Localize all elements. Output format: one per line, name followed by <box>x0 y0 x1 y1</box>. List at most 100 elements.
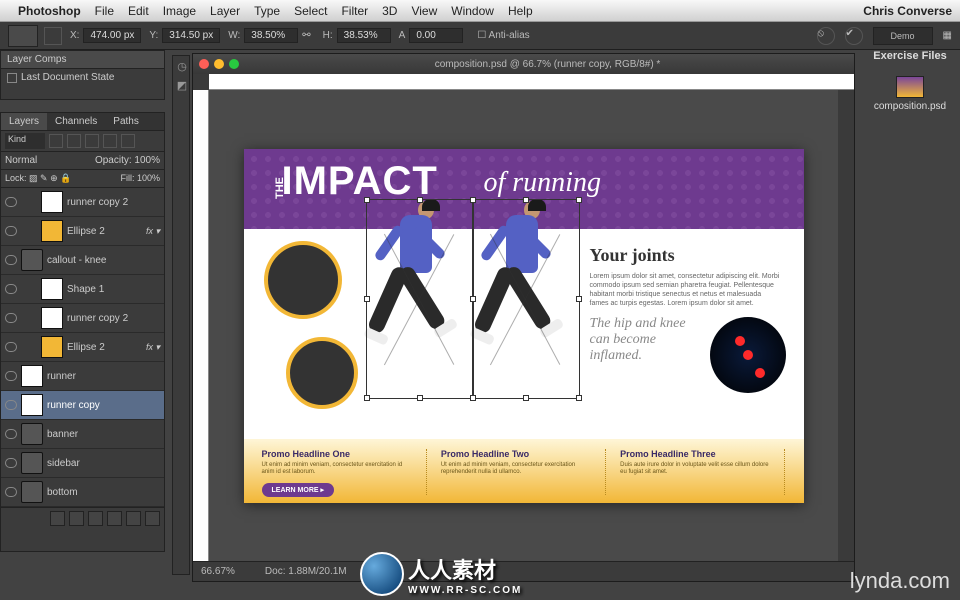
visibility-icon[interactable] <box>5 197 17 207</box>
desktop-files: Exercise Files composition.psd <box>860 50 960 112</box>
new-layer-icon[interactable] <box>126 511 141 526</box>
menu-app[interactable]: Photoshop <box>18 4 81 18</box>
antialias-checkbox[interactable]: ☐ Anti-alias <box>477 30 529 41</box>
document-statusbar: 66.67% Doc: 1.88M/20.1M <box>193 561 854 581</box>
w-field[interactable]: 38.50% <box>244 28 298 43</box>
menu-type[interactable]: Type <box>254 4 280 18</box>
fill-field[interactable]: 100% <box>137 173 160 183</box>
menu-layer[interactable]: Layer <box>210 4 240 18</box>
cancel-transform-icon[interactable]: ⦸ <box>817 27 835 45</box>
visibility-icon[interactable] <box>5 429 17 439</box>
filter-adjust-icon[interactable] <box>67 134 81 148</box>
dock-color-icon[interactable]: ◩ <box>174 76 190 94</box>
visibility-icon[interactable] <box>5 255 17 265</box>
menu-filter[interactable]: Filter <box>341 4 368 18</box>
angle-field[interactable]: 0.00 <box>409 28 463 43</box>
zoom-level[interactable]: 66.67% <box>201 566 235 577</box>
layer-comps-tab[interactable]: Layer Comps <box>1 51 164 69</box>
dock-history-icon[interactable]: ◷ <box>174 57 190 75</box>
filter-type-icon[interactable] <box>85 134 99 148</box>
layer-row[interactable]: runner copy 2 <box>1 188 164 217</box>
menu-edit[interactable]: Edit <box>128 4 149 18</box>
layer-name: runner copy 2 <box>67 313 160 324</box>
trash-icon[interactable] <box>145 511 160 526</box>
visibility-icon[interactable] <box>5 371 17 381</box>
ruler-vertical[interactable] <box>193 90 209 561</box>
visibility-icon[interactable] <box>5 342 17 352</box>
layer-comps-row[interactable]: Last Document State <box>1 69 164 86</box>
menu-view[interactable]: View <box>411 4 437 18</box>
layer-name: bottom <box>47 487 160 498</box>
ruler-horizontal[interactable] <box>209 74 854 90</box>
lock-icons[interactable]: ▨ ✎ ⊕ 🔒 <box>29 173 71 183</box>
tab-paths[interactable]: Paths <box>105 113 147 130</box>
rcol-quote: The hip and knee can become inflamed. <box>590 316 690 364</box>
window-minimize-icon[interactable] <box>214 59 224 69</box>
window-close-icon[interactable] <box>199 59 209 69</box>
psd-file[interactable]: composition.psd <box>874 76 946 112</box>
menu-window[interactable]: Window <box>451 4 494 18</box>
commit-transform-icon[interactable]: ✔ <box>845 27 863 45</box>
layer-mask-icon[interactable] <box>88 511 103 526</box>
visibility-icon[interactable] <box>5 313 17 323</box>
lock-label: Lock: <box>5 173 27 183</box>
layer-comps-panel: Layer Comps Last Document State <box>0 50 165 100</box>
layer-row[interactable]: Shape 1 <box>1 275 164 304</box>
layer-row[interactable]: bottom <box>1 478 164 507</box>
layer-row[interactable]: banner <box>1 420 164 449</box>
workspace-switcher[interactable]: Demo <box>873 27 933 45</box>
layer-thumb <box>21 394 43 416</box>
layer-row[interactable]: runner copy <box>1 391 164 420</box>
layer-row[interactable]: Ellipse 2fx ▾ <box>1 217 164 246</box>
filter-smart-icon[interactable] <box>121 134 135 148</box>
menu-3d[interactable]: 3D <box>382 4 397 18</box>
link-layers-icon[interactable] <box>50 511 65 526</box>
link-icon[interactable]: ⚯ <box>302 30 310 41</box>
layer-row[interactable]: Ellipse 2fx ▾ <box>1 333 164 362</box>
promo-2-text: Ut enim ad minim veniam, consectetur exe… <box>441 462 595 478</box>
layer-row[interactable]: runner <box>1 362 164 391</box>
layer-fx-icon[interactable] <box>69 511 84 526</box>
canvas[interactable]: THE IMPACT of running <box>209 90 838 561</box>
layer-thumb <box>41 278 63 300</box>
x-field[interactable]: 474.00 px <box>83 28 141 43</box>
h-label: H: <box>323 30 333 41</box>
promo-1-heading: Promo Headline One <box>262 449 416 459</box>
search-icon[interactable]: ▦ <box>943 30 952 41</box>
menu-file[interactable]: File <box>95 4 114 18</box>
opacity-field[interactable]: 100% <box>134 155 160 166</box>
layer-row[interactable]: callout - knee <box>1 246 164 275</box>
fx-badge[interactable]: fx ▾ <box>146 226 160 237</box>
y-field[interactable]: 314.50 px <box>162 28 220 43</box>
tab-layers[interactable]: Layers <box>1 113 47 130</box>
menu-help[interactable]: Help <box>508 4 533 18</box>
layer-kind-dropdown[interactable]: Kind <box>5 133 45 149</box>
layer-filter-row: Kind <box>1 131 164 152</box>
filter-pixel-icon[interactable] <box>49 134 63 148</box>
window-zoom-icon[interactable] <box>229 59 239 69</box>
promo-3-heading: Promo Headline Three <box>620 449 774 459</box>
watermark-logo-icon <box>360 552 404 596</box>
layers-panel-footer <box>1 507 164 529</box>
layer-row[interactable]: runner copy 2 <box>1 304 164 333</box>
visibility-icon[interactable] <box>5 458 17 468</box>
visibility-icon[interactable] <box>5 487 17 497</box>
visibility-icon[interactable] <box>5 226 17 236</box>
new-group-icon[interactable] <box>107 511 122 526</box>
callout-knee <box>286 337 358 409</box>
tool-preset-picker[interactable] <box>8 25 38 47</box>
anchor-icon[interactable] <box>44 27 62 45</box>
h-field[interactable]: 38.53% <box>337 28 391 43</box>
visibility-icon[interactable] <box>5 284 17 294</box>
menu-image[interactable]: Image <box>163 4 196 18</box>
tab-channels[interactable]: Channels <box>47 113 105 130</box>
filter-shape-icon[interactable] <box>103 134 117 148</box>
layer-row[interactable]: sidebar <box>1 449 164 478</box>
fx-badge[interactable]: fx ▾ <box>146 342 160 353</box>
doc-info[interactable]: Doc: 1.88M/20.1M <box>265 566 347 577</box>
menu-select[interactable]: Select <box>294 4 327 18</box>
visibility-icon[interactable] <box>5 400 17 410</box>
document-titlebar[interactable]: composition.psd @ 66.7% (runner copy, RG… <box>193 54 854 74</box>
antialias-label: Anti-alias <box>489 30 530 41</box>
blend-mode-dropdown[interactable]: Normal <box>5 155 37 166</box>
